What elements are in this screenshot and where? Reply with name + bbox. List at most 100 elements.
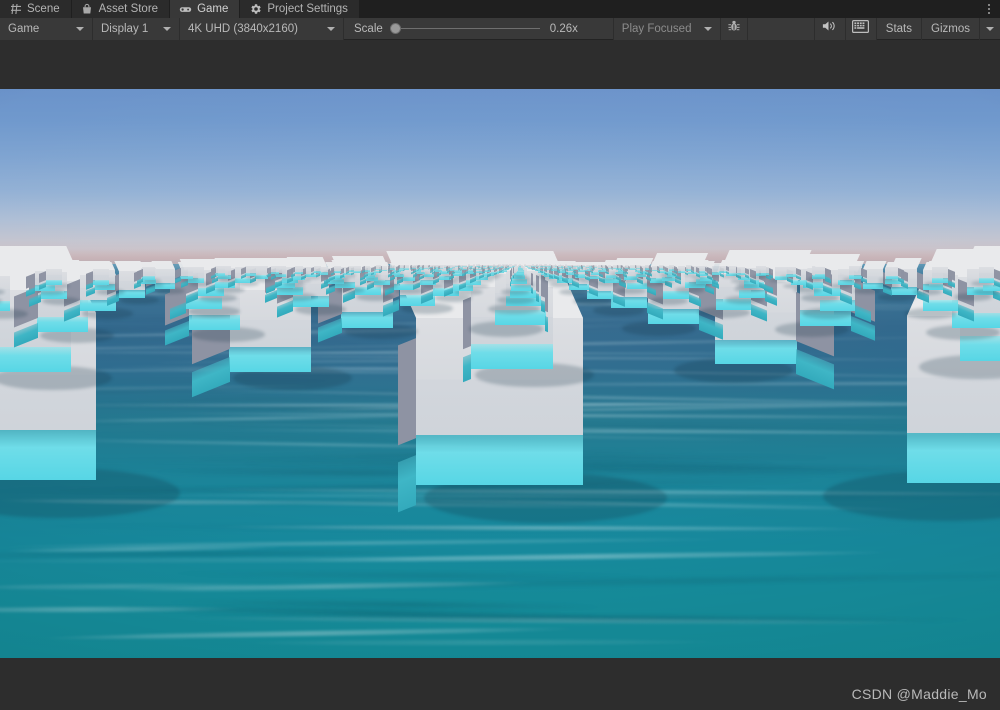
water-cube — [617, 264, 623, 270]
water-cube — [582, 264, 585, 267]
resolution-value: 4K UHD (3840x2160) — [188, 22, 298, 35]
water-cube — [732, 263, 749, 278]
scale-slider[interactable] — [389, 18, 540, 40]
cube-side-face — [545, 280, 549, 313]
cube-submerged-side — [318, 318, 342, 344]
cube-top-face — [862, 261, 887, 270]
cube-submerged-band — [543, 266, 546, 267]
cube-top-face — [0, 261, 11, 276]
cube-submerged-band — [582, 266, 585, 267]
cube-submerged-band — [475, 268, 481, 271]
cube-submerged-band — [448, 266, 451, 268]
water-cube — [350, 263, 361, 276]
cube-submerged-band — [932, 278, 948, 284]
water-cube — [756, 263, 773, 278]
cube-submerged-side — [539, 269, 543, 273]
cube-submerged-band — [46, 280, 62, 285]
scale-slider-knob[interactable] — [389, 23, 401, 34]
water-cube — [398, 263, 404, 270]
water-cube — [593, 264, 597, 268]
cube-side-face — [769, 267, 773, 275]
water-cube — [210, 261, 231, 280]
cube-submerged-side — [544, 268, 547, 271]
water-cube — [553, 264, 556, 266]
stats-button[interactable]: Stats — [877, 18, 921, 40]
water-cube — [459, 264, 462, 267]
cube-submerged-band — [513, 265, 516, 267]
water-cube — [532, 264, 534, 266]
speaker-icon — [822, 19, 838, 38]
cube-submerged-side — [191, 357, 230, 397]
gizmos-dropdown-button[interactable] — [980, 18, 1000, 40]
cube-front-face — [142, 267, 155, 277]
cube-submerged-band — [429, 267, 433, 269]
scene-grid-icon — [9, 3, 22, 16]
water-cube — [651, 263, 660, 274]
cube-submerged-band — [399, 267, 404, 269]
display-dropdown[interactable]: Display 1 — [93, 17, 179, 40]
cube-submerged-side — [691, 269, 694, 273]
cube-front-face — [93, 268, 109, 280]
cube-submerged-side — [649, 268, 652, 272]
cube-submerged-band — [465, 265, 468, 267]
cube-submerged-band — [439, 267, 443, 269]
cube-side-face — [463, 296, 472, 350]
cube-submerged-band — [294, 271, 304, 275]
water-cube — [719, 263, 729, 275]
kebab-menu-icon[interactable] — [978, 0, 1000, 18]
water-cube — [374, 263, 381, 272]
tab-game[interactable]: Game — [170, 0, 241, 18]
tab-scene[interactable]: Scene — [0, 0, 72, 18]
cube-submerged-band — [443, 266, 447, 268]
debug-button[interactable] — [720, 17, 747, 40]
cube-submerged-side — [506, 267, 509, 270]
cube-submerged-side — [540, 267, 543, 270]
water-cube — [549, 264, 551, 266]
play-mode-dropdown[interactable]: Play Focused — [613, 17, 720, 40]
cube-front-face — [932, 267, 948, 279]
cube-front-face — [562, 264, 565, 266]
water-cube — [330, 263, 341, 276]
tab-asset-store[interactable]: Asset Store — [71, 0, 171, 18]
cube-submerged-band — [435, 266, 438, 268]
cube-front-face — [488, 264, 491, 266]
water-cube — [678, 263, 689, 276]
chevron-down-icon — [163, 26, 171, 31]
tab-project-settings[interactable]: Project Settings — [240, 0, 360, 18]
cube-submerged-band — [500, 266, 503, 267]
water-cube — [566, 264, 569, 267]
cube-submerged-band — [548, 266, 551, 267]
gear-icon — [249, 3, 262, 16]
cube-submerged-band — [849, 275, 862, 279]
water-cube — [510, 264, 513, 266]
cube-submerged-band — [585, 266, 589, 268]
cube-submerged-band — [93, 279, 109, 285]
display-value: Display 1 — [101, 22, 149, 35]
mute-audio-button[interactable] — [814, 17, 845, 40]
cube-side-face — [861, 267, 868, 278]
cube-submerged-band — [416, 435, 584, 486]
cube-submerged-band — [468, 265, 470, 267]
chevron-down-icon — [327, 26, 335, 31]
water-cube — [362, 263, 371, 274]
frame-debugger-field[interactable] — [747, 17, 814, 40]
cube-submerged-band — [37, 316, 89, 332]
resolution-dropdown[interactable]: 4K UHD (3840x2160) — [180, 17, 343, 40]
cube-submerged-side — [674, 269, 677, 273]
view-mode-dropdown[interactable]: Game — [0, 17, 92, 40]
cube-submerged-band — [466, 269, 473, 272]
cube-front-face — [885, 266, 899, 276]
water-cube — [497, 264, 500, 266]
cube-submerged-band — [390, 268, 396, 270]
cube-submerged-band — [714, 339, 797, 365]
chevron-down-icon — [703, 26, 712, 31]
cube-submerged-side — [573, 269, 576, 273]
gizmos-button[interactable]: Gizmos — [922, 18, 979, 40]
cube-side-face — [398, 338, 417, 446]
gamepad-icon — [179, 3, 192, 16]
cube-submerged-side — [530, 287, 533, 294]
water-cube — [598, 264, 603, 270]
aspect-toggle-button[interactable] — [845, 17, 876, 40]
game-render-surface[interactable] — [0, 89, 1000, 658]
bug-icon — [727, 19, 741, 38]
